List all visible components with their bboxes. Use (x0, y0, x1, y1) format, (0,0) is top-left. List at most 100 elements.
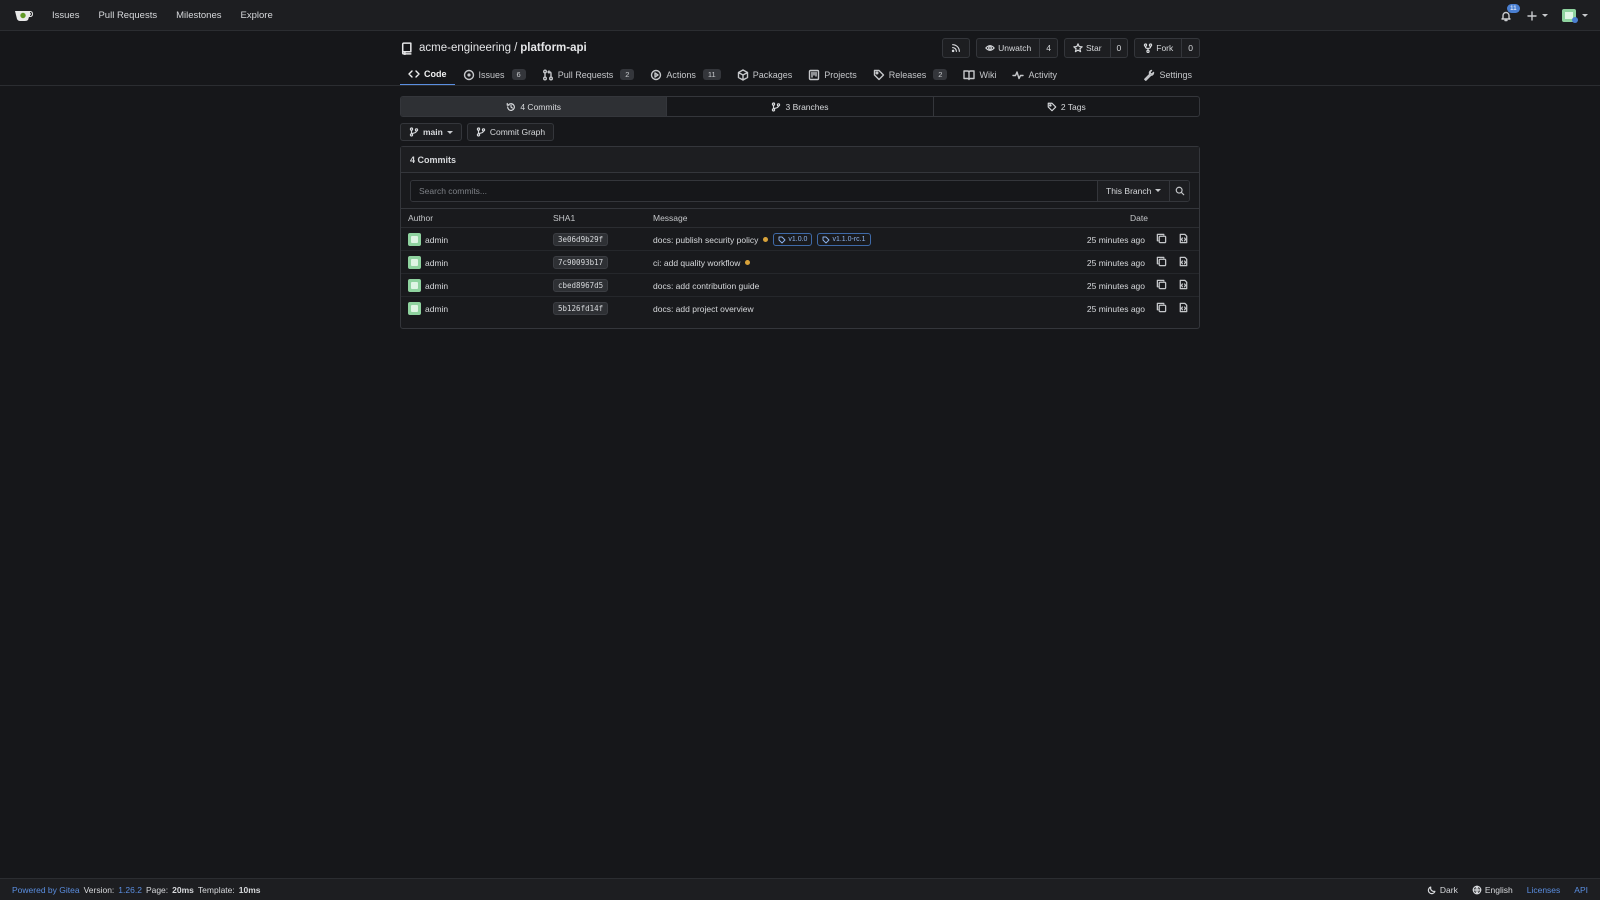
summary-commits-label: 4 Commits (520, 101, 561, 112)
copy-sha-button[interactable] (1156, 302, 1167, 313)
commit-sha-link[interactable]: 5b126fd14f (553, 302, 609, 315)
file-code-icon (1179, 279, 1188, 290)
nav-milestones[interactable]: Milestones (176, 10, 221, 21)
browse-files-button[interactable] (1178, 256, 1189, 267)
template-time-label: Template: (197, 884, 235, 895)
fork-icon (1144, 43, 1153, 53)
commit-author[interactable]: admin (408, 279, 448, 292)
star-count[interactable]: 0 (1109, 39, 1128, 57)
tab-releases[interactable]: Releases 2 (865, 63, 956, 86)
tab-count-badge: 2 (620, 69, 635, 80)
commit-status-pending-icon[interactable] (745, 260, 751, 265)
tab-actions[interactable]: Actions 11 (642, 63, 728, 86)
repo-summary-bar: 4 Commits 3 Branches 2 Tags (400, 96, 1200, 117)
commit-message-link[interactable]: docs: publish security policy (653, 235, 758, 245)
eye-icon (985, 45, 995, 51)
commit-search-box: This Branch (410, 179, 1190, 202)
tab-issues[interactable]: Issues 6 (455, 63, 534, 86)
licenses-link[interactable]: Licenses (1527, 885, 1561, 895)
rss-feed-button[interactable] (942, 38, 971, 58)
commit-status-pending-icon[interactable] (763, 237, 769, 242)
repo-icon (401, 41, 412, 55)
commit-sha-link[interactable]: 3e06d9b29f (553, 233, 609, 246)
tab-label: Wiki (979, 69, 997, 80)
commit-message-link[interactable]: docs: add project overview (653, 304, 754, 314)
top-navbar: Issues Pull Requests Milestones Explore … (0, 0, 1600, 31)
search-scope-dropdown[interactable]: This Branch (1097, 180, 1169, 201)
tab-label: Releases (888, 69, 927, 80)
copy-sha-button[interactable] (1156, 233, 1167, 244)
avatar (408, 302, 421, 315)
tab-settings[interactable]: Settings (1135, 63, 1200, 86)
api-link[interactable]: API (1574, 885, 1588, 895)
commit-graph-button[interactable]: Commit Graph (466, 123, 555, 141)
tab-code[interactable]: Code (400, 63, 455, 86)
author-name: admin (425, 303, 449, 314)
commit-message-link[interactable]: docs: add contribution guide (653, 281, 759, 291)
repo-owner-link[interactable]: acme-engineering (419, 42, 511, 54)
page-time: 20ms (172, 884, 194, 895)
globe-icon (1472, 885, 1482, 894)
table-row: admin 3e06d9b29f docs: publish security … (401, 228, 1199, 251)
fork-count[interactable]: 0 (1181, 39, 1199, 57)
branch-selector[interactable]: main (400, 123, 462, 141)
commit-sha-link[interactable]: cbed8967d5 (553, 279, 609, 292)
tab-label: Settings (1159, 69, 1192, 80)
commit-sha-link[interactable]: 7c90093b17 (553, 256, 609, 269)
browse-files-button[interactable] (1178, 279, 1189, 290)
watch-button[interactable]: Unwatch 4 (976, 38, 1058, 58)
user-avatar (1562, 8, 1578, 23)
copy-sha-button[interactable] (1156, 256, 1167, 267)
notifications-button[interactable]: 11 (1500, 3, 1520, 22)
page-footer: Powered by Gitea Version: 1.26.2 Page: 2… (0, 878, 1600, 900)
commit-message: ci: add quality workflow (653, 256, 751, 269)
copy-icon (1156, 256, 1167, 267)
repo-actions: Unwatch 4 Star 0 Fork 0 (942, 38, 1200, 58)
gitea-logo-icon[interactable] (14, 8, 36, 22)
user-menu[interactable] (1562, 8, 1588, 23)
browse-files-button[interactable] (1178, 233, 1189, 244)
summary-tags[interactable]: 2 Tags (934, 97, 1199, 116)
search-button[interactable] (1169, 180, 1189, 201)
version-link[interactable]: 1.26.2 (118, 885, 142, 895)
nav-pull-requests[interactable]: Pull Requests (98, 10, 157, 21)
repo-header: acme-engineering / platform-api Unwatch … (400, 38, 1200, 58)
commit-search-row: This Branch (401, 173, 1199, 209)
commit-tag-badge[interactable]: v1.0.0 (773, 233, 813, 246)
language-selector[interactable]: English (1472, 885, 1513, 895)
commit-author[interactable]: admin (408, 233, 448, 246)
chevron-down-icon (1542, 14, 1548, 17)
file-code-icon (1179, 256, 1188, 267)
nav-explore[interactable]: Explore (241, 10, 273, 21)
browse-files-button[interactable] (1178, 302, 1189, 313)
repo-tabs: Code Issues 6 Pull Requests 2 Actions 11… (400, 63, 1200, 86)
copy-sha-button[interactable] (1156, 279, 1167, 290)
commits-table-header: Author SHA1 Message Date (401, 209, 1199, 228)
watch-count[interactable]: 4 (1039, 39, 1057, 57)
tab-label: Pull Requests (557, 69, 614, 80)
summary-commits[interactable]: 4 Commits (401, 97, 668, 116)
book-icon (963, 69, 976, 80)
commit-author[interactable]: admin (408, 302, 448, 315)
commit-tag-badge[interactable]: v1.1.0-rc.1 (817, 233, 871, 246)
tab-label: Projects (824, 69, 857, 80)
tab-activity[interactable]: Activity (1004, 63, 1065, 86)
commit-author[interactable]: admin (408, 256, 448, 269)
fork-button[interactable]: Fork 0 (1134, 38, 1200, 58)
tab-packages[interactable]: Packages (729, 63, 801, 86)
theme-selector[interactable]: Dark (1427, 885, 1458, 895)
create-new-menu[interactable] (1526, 10, 1548, 22)
tab-pull-requests[interactable]: Pull Requests 2 (534, 63, 643, 86)
template-time: 10ms (238, 884, 261, 895)
nav-issues[interactable]: Issues (52, 10, 79, 21)
tab-wiki[interactable]: Wiki (955, 63, 1004, 86)
summary-branches[interactable]: 3 Branches (667, 97, 934, 116)
commit-message-link[interactable]: ci: add quality workflow (653, 258, 740, 268)
commit-search-input[interactable] (411, 180, 1097, 201)
powered-by-link[interactable]: Powered by Gitea (12, 885, 80, 895)
file-code-icon (1179, 302, 1188, 313)
project-icon (809, 69, 820, 80)
star-button[interactable]: Star 0 (1063, 38, 1129, 58)
tab-projects[interactable]: Projects (800, 63, 865, 86)
repo-name-link[interactable]: platform-api (520, 42, 586, 54)
